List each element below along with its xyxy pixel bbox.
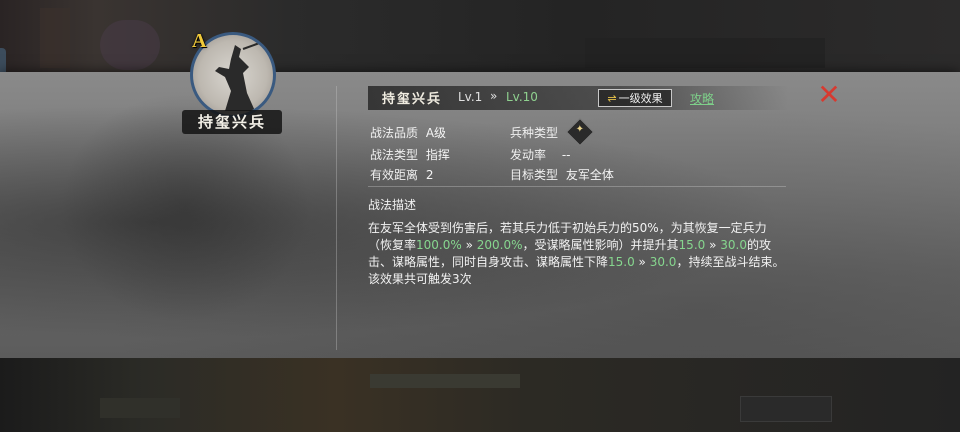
effect-level-toggle-button[interactable]: ⇌ 一级效果 <box>598 89 672 107</box>
background-decoration <box>740 396 832 422</box>
attr-type: 战法类型 指挥 <box>370 148 450 162</box>
max-level: Lv.10 <box>506 90 538 104</box>
swap-icon: ⇌ <box>607 92 617 105</box>
background-bottom <box>0 358 960 432</box>
attr-trigger-rate: 发动率 -- <box>510 148 571 162</box>
attr-quality: 战法品质 A级 <box>370 126 447 140</box>
attr-target: 目标类型 友军全体 <box>510 168 614 182</box>
skill-detail-panel <box>0 72 960 358</box>
background-decoration <box>585 38 825 68</box>
background-decoration <box>880 10 910 40</box>
background-decoration <box>40 8 70 68</box>
warrior-icon <box>215 40 266 111</box>
skill-icon: A <box>190 30 276 118</box>
background-decoration <box>100 398 180 418</box>
current-level: Lv.1 <box>458 90 483 104</box>
attr-unit-type: 兵种类型 <box>510 126 559 140</box>
close-icon[interactable]: ✕ <box>816 81 842 109</box>
section-divider <box>368 186 786 187</box>
background-decoration <box>370 374 520 388</box>
panel-divider <box>336 86 337 350</box>
skill-grade-badge: A <box>192 30 207 52</box>
skill-name-plate: 持玺兴兵 <box>182 110 282 134</box>
background-top <box>0 0 960 72</box>
attr-range: 有效距离 2 <box>370 168 434 182</box>
description-title: 战法描述 <box>368 198 417 212</box>
skill-description: 在友军全体受到伤害后，若其兵力低于初始兵力的50%，为其恢复一定兵力（恢复率10… <box>368 221 785 286</box>
guide-link[interactable]: 攻略 <box>690 90 714 107</box>
level-arrow-icon: » <box>490 89 498 103</box>
skill-title: 持玺兴兵 <box>382 92 443 107</box>
background-decoration <box>100 20 160 70</box>
effect-button-label: 一级效果 <box>618 92 663 105</box>
